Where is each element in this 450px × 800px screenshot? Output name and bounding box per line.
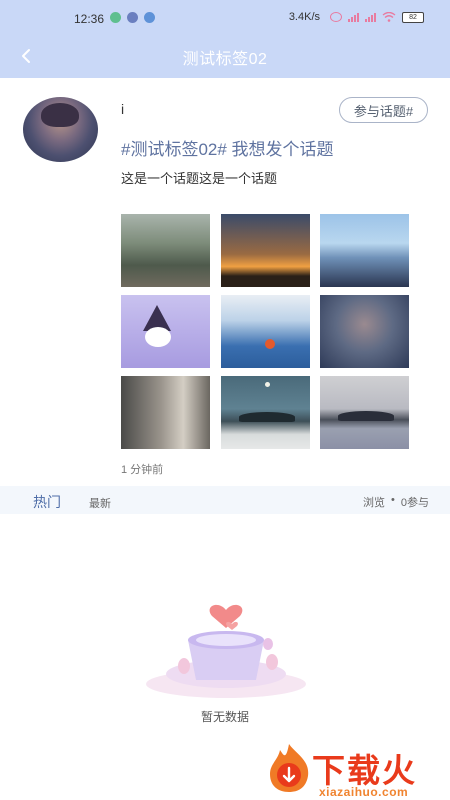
status-notification-icons xyxy=(110,12,155,23)
post-body: 这是一个话题这是一个话题 xyxy=(121,171,278,186)
wechat-notification-icon xyxy=(110,12,121,23)
post-image-7[interactable] xyxy=(121,376,210,449)
views-label: 浏览 xyxy=(363,497,386,509)
post-image-1[interactable] xyxy=(121,214,210,287)
message-notification-icon xyxy=(144,12,155,23)
tab-new[interactable]: 最新 xyxy=(89,495,111,511)
post-image-2[interactable] xyxy=(221,214,310,287)
post-image-9[interactable] xyxy=(320,376,409,449)
topic-page: 12:36 3.4K/s 82 测试标签02 i 参与话题# #测试标签02# … xyxy=(0,0,450,800)
empty-box-heart-icon xyxy=(146,604,306,698)
chevron-left-icon xyxy=(22,49,30,63)
status-right-group: 3.4K/s 82 xyxy=(289,11,424,23)
post-title: #测试标签02# 我想发个话题 xyxy=(121,140,334,159)
network-speed: 3.4K/s xyxy=(288,11,320,23)
topic-stats: 浏览 • 0参与 xyxy=(363,494,429,510)
watermark-logo: 下载火 xiazaihuo.com xyxy=(262,740,450,800)
post-image-5[interactable] xyxy=(221,295,310,368)
nav-bar: 测试标签02 xyxy=(0,36,450,78)
signal-2-icon xyxy=(365,12,376,22)
participants-count: 0参与 xyxy=(400,497,429,509)
page-title: 测试标签02 xyxy=(182,51,268,68)
sort-tabs: 热门 最新 浏览 • 0参与 xyxy=(0,486,450,514)
status-bar: 12:36 3.4K/s 82 xyxy=(0,0,450,36)
battery-icon: 82 xyxy=(402,11,424,23)
tab-hot[interactable]: 热门 xyxy=(33,492,61,512)
post-image-4[interactable] xyxy=(121,295,210,368)
username[interactable]: i xyxy=(121,101,124,117)
alarm-icon xyxy=(330,12,342,22)
image-grid xyxy=(121,214,411,451)
post-image-6[interactable] xyxy=(320,295,409,368)
join-topic-button[interactable]: 参与话题# xyxy=(339,97,428,123)
watermark-url: xiazaihuo.com xyxy=(319,785,409,799)
back-button[interactable] xyxy=(14,44,38,68)
app-notification-icon xyxy=(127,12,138,23)
post-timestamp: 1 分钟前 xyxy=(121,464,164,476)
empty-text: 暂无数据 xyxy=(200,710,249,724)
flame-logo-icon xyxy=(270,744,309,792)
wifi-icon xyxy=(382,12,396,22)
stats-separator: • xyxy=(391,494,395,506)
avatar[interactable] xyxy=(23,97,98,162)
signal-1-icon xyxy=(348,12,359,22)
status-time: 12:36 xyxy=(74,12,105,26)
post-image-8[interactable] xyxy=(221,376,310,449)
topic-post: i 参与话题# #测试标签02# 我想发个话题 这是一个话题这是一个话题 1 分… xyxy=(0,78,450,486)
post-image-3[interactable] xyxy=(320,214,409,287)
